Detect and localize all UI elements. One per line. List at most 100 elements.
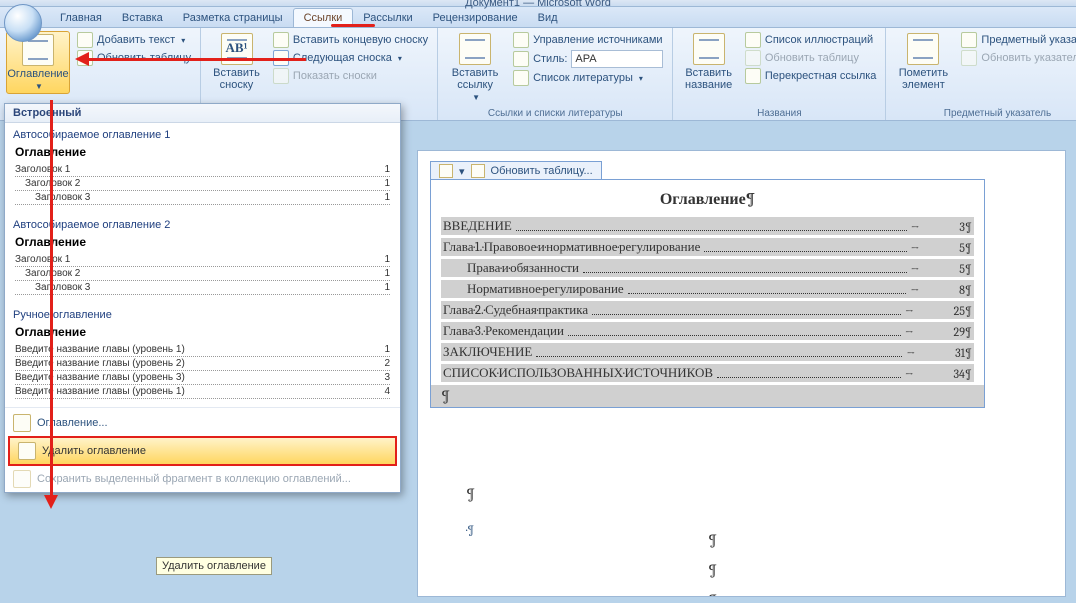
add-text-button[interactable]: Добавить текст▾ <box>74 31 194 49</box>
label: Управление источниками <box>533 34 662 46</box>
toc-tab-icon2 <box>471 164 485 178</box>
toc-row[interactable]: Глава·3.·Рекомендации→29¶ <box>441 322 974 341</box>
preview-title: Оглавление <box>15 145 390 159</box>
chevron-down-icon: ▼ <box>35 82 43 91</box>
toc-row[interactable]: ВВЕДЕНИЕ→3¶ <box>441 217 974 236</box>
preview-row: Введите название главы (уровень 2)2 <box>15 357 390 371</box>
citation-icon <box>459 33 491 65</box>
label: Пометить элемент <box>894 67 952 91</box>
show-notes-button[interactable]: Показать сноски <box>270 67 431 85</box>
annotation-arrowhead <box>75 52 89 66</box>
label: Обновить указатель <box>981 52 1076 64</box>
gallery-section-auto2[interactable]: Автособираемое оглавление 2 <box>5 213 400 235</box>
tab-Рецензирование[interactable]: Рецензирование <box>423 9 528 27</box>
gallery-section-auto1[interactable]: Автособираемое оглавление 1 <box>5 123 400 145</box>
xref-icon <box>745 68 761 84</box>
caption-icon <box>693 33 725 65</box>
ribbon-tabs: ГлавнаяВставкаРазметка страницыСсылкиРас… <box>0 7 1076 28</box>
preview-row: Заголовок 31 <box>15 191 390 205</box>
update-caption-button[interactable]: Обновить таблицу <box>742 49 880 67</box>
toc-row[interactable]: Права·и·обязанности→5¶ <box>441 259 974 278</box>
label: Вставить концевую сноску <box>293 34 428 46</box>
preview-row: Введите название главы (уровень 3)3 <box>15 371 390 385</box>
label: Показать сноски <box>293 70 377 82</box>
annotation-arrowhead <box>44 495 58 509</box>
gallery-header: Встроенный <box>5 104 400 123</box>
group-label: Ссылки и списки литературы <box>444 107 666 120</box>
toc-row[interactable]: СПИСОК·ИСПОЛЬЗОВАННЫХ·ИСТОЧНИКОВ→34¶ <box>441 364 974 383</box>
remove-icon <box>18 442 36 460</box>
tab-Вставка[interactable]: Вставка <box>112 9 173 27</box>
remove-toc-button[interactable]: Удалить оглавление <box>8 436 397 466</box>
preview-row: Заголовок 21 <box>15 177 390 191</box>
show-icon <box>273 68 289 84</box>
tab-Вид[interactable]: Вид <box>528 9 568 27</box>
mark-icon <box>907 33 939 65</box>
update-index-button[interactable]: Обновить указатель <box>958 49 1076 67</box>
updidx-icon <box>961 50 977 66</box>
label: Перекрестная ссылка <box>765 70 877 82</box>
toc-row[interactable]: Нормативное·регулирование→8¶ <box>441 280 974 299</box>
toc-preview-2[interactable]: Оглавление Заголовок 11Заголовок 21Загол… <box>15 235 390 295</box>
label: Следующая сноска <box>293 52 392 64</box>
preview-title: Оглавление <box>15 325 390 339</box>
window-title: Документ1 — Microsoft Word <box>465 0 611 9</box>
biblio-icon <box>513 70 529 86</box>
para-mark: ·¶ <box>466 523 474 537</box>
insert-citation-button[interactable]: Вставить ссылку▼ <box>444 31 506 104</box>
toc-field[interactable]: Оглавление¶ ВВЕДЕНИЕ→3¶ Глава·1.·Правовое… <box>430 179 985 408</box>
annotation-arrow <box>50 100 53 498</box>
label: Удалить оглавление <box>42 445 146 457</box>
toc-row[interactable]: ЗАКЛЮЧЕНИЕ→31¶ <box>441 343 974 362</box>
para-mark: ¶ <box>708 531 717 549</box>
toc-row[interactable]: Глава·2.·Судебная·практика→25¶ <box>441 301 974 320</box>
cross-ref-button[interactable]: Перекрестная ссылка <box>742 67 880 85</box>
style-icon <box>513 51 529 67</box>
insert-footnote-button[interactable]: AB¹ Вставить сноску <box>207 31 266 93</box>
group-label: Предметный указатель <box>892 107 1076 120</box>
mark-entry-button[interactable]: Пометить элемент <box>892 31 954 93</box>
tab-Главная[interactable]: Главная <box>50 9 112 27</box>
tooltip: Удалить оглавление <box>144 557 272 575</box>
office-button[interactable] <box>4 4 42 42</box>
index-icon <box>961 32 977 48</box>
toc-row[interactable]: Глава·1.·Правовое·и·нормативное·регулиро… <box>441 238 974 257</box>
style-row: Стиль: <box>510 49 666 69</box>
figure-list-button[interactable]: Список иллюстраций <box>742 31 880 49</box>
label: Сохранить выделенный фрагмент в коллекци… <box>37 473 351 485</box>
bibliography-button[interactable]: Список литературы▾ <box>510 69 666 87</box>
label: Список иллюстраций <box>765 34 873 46</box>
toc-more-button[interactable]: Оглавление... <box>5 410 400 436</box>
label: Список литературы <box>533 72 633 84</box>
manage-sources-button[interactable]: Управление источниками <box>510 31 666 49</box>
label: Добавить текст <box>97 34 175 46</box>
para-mark: ¶ <box>708 591 717 597</box>
label: Предметный указатель <box>981 34 1076 46</box>
label: Вставить ссылку <box>446 67 504 91</box>
toc-title: Оглавление¶ <box>431 180 984 215</box>
insert-caption-button[interactable]: Вставить название <box>679 31 737 93</box>
toc-gallery: Встроенный Автособираемое оглавление 1 О… <box>4 103 401 493</box>
tab-Разметка страницы[interactable]: Разметка страницы <box>173 9 293 27</box>
toc-preview-manual[interactable]: Оглавление Введите название главы (урове… <box>15 325 390 399</box>
label: Вставить название <box>681 67 735 91</box>
para-mark: ¶ <box>708 561 717 579</box>
upd-icon <box>745 50 761 66</box>
style-select[interactable] <box>571 50 663 68</box>
label: Вставить сноску <box>209 67 264 91</box>
label: Обновить таблицу... <box>491 165 593 177</box>
fig-icon <box>745 32 761 48</box>
preview-row: Введите название главы (уровень 1)1 <box>15 343 390 357</box>
insert-endnote-button[interactable]: Вставить концевую сноску <box>270 31 431 49</box>
insert-index-button[interactable]: Предметный указатель <box>958 31 1076 49</box>
label: Стиль: <box>533 53 567 65</box>
toc-field-tab[interactable]: ▾ Обновить таблицу... <box>430 161 602 180</box>
add-text-icon <box>77 32 93 48</box>
para-mark: ¶ <box>466 485 475 503</box>
toc-preview-1[interactable]: Оглавление Заголовок 11Заголовок 21Загол… <box>15 145 390 205</box>
gallery-section-manual[interactable]: Ручное оглавление <box>5 303 400 325</box>
toc-tab-icon <box>439 164 453 178</box>
preview-row: Заголовок 11 <box>15 253 390 267</box>
document-area: ▾ Обновить таблицу... Оглавление¶ ВВЕДЕН… <box>417 150 1066 597</box>
sources-icon <box>513 32 529 48</box>
